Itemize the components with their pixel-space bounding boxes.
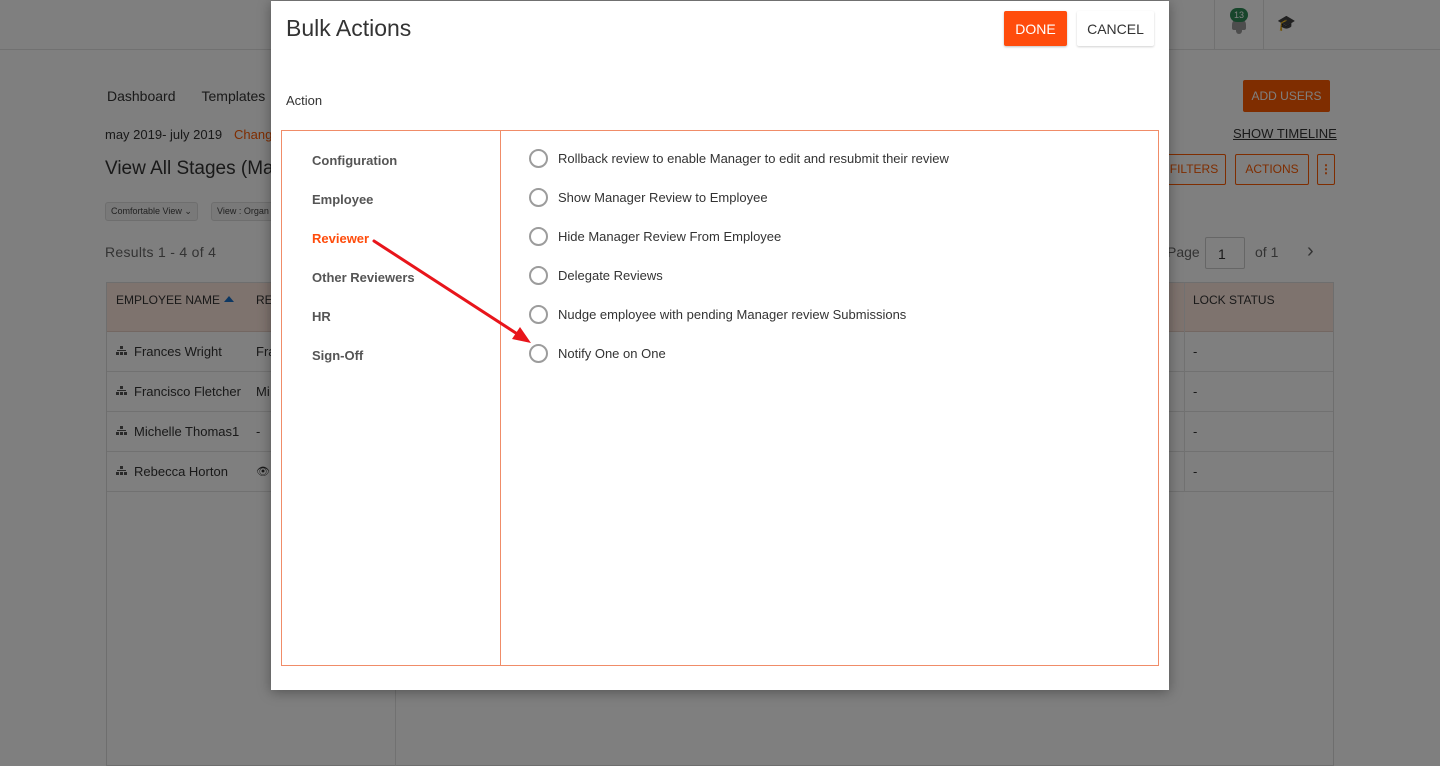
option-label: Nudge employee with pending Manager revi… bbox=[558, 306, 907, 322]
category-reviewer[interactable]: Reviewer bbox=[312, 231, 369, 246]
action-panel: Configuration Employee Reviewer Other Re… bbox=[281, 130, 1159, 666]
option-nudge-employee[interactable]: Nudge employee with pending Manager revi… bbox=[529, 303, 906, 325]
bulk-actions-modal: Bulk Actions DONE CANCEL Action Configur… bbox=[271, 1, 1169, 690]
option-hide-manager-review[interactable]: Hide Manager Review From Employee bbox=[529, 225, 781, 247]
option-rollback-review[interactable]: Rollback review to enable Manager to edi… bbox=[529, 147, 949, 169]
option-label: Rollback review to enable Manager to edi… bbox=[558, 150, 949, 166]
radio-button[interactable] bbox=[529, 148, 548, 168]
option-label: Hide Manager Review From Employee bbox=[558, 228, 782, 244]
category-employee[interactable]: Employee bbox=[312, 192, 373, 207]
option-list: Rollback review to enable Manager to edi… bbox=[502, 131, 1158, 665]
option-label: Delegate Reviews bbox=[558, 267, 663, 283]
option-show-manager-review[interactable]: Show Manager Review to Employee bbox=[529, 186, 768, 208]
option-notify-one-on-one[interactable]: Notify One on One bbox=[529, 342, 666, 364]
category-hr[interactable]: HR bbox=[312, 309, 331, 324]
option-delegate-reviews[interactable]: Delegate Reviews bbox=[529, 264, 663, 286]
cancel-button[interactable]: CANCEL bbox=[1077, 11, 1154, 46]
radio-button[interactable] bbox=[529, 226, 548, 246]
radio-button[interactable] bbox=[529, 187, 548, 207]
radio-button[interactable] bbox=[529, 343, 548, 363]
category-sign-off[interactable]: Sign-Off bbox=[312, 348, 363, 363]
modal-title: Bulk Actions bbox=[286, 15, 412, 41]
option-label: Show Manager Review to Employee bbox=[558, 189, 768, 205]
category-configuration[interactable]: Configuration bbox=[312, 153, 397, 168]
done-button[interactable]: DONE bbox=[1004, 11, 1067, 46]
category-list: Configuration Employee Reviewer Other Re… bbox=[282, 131, 501, 665]
radio-button[interactable] bbox=[529, 265, 548, 285]
radio-button[interactable] bbox=[529, 304, 548, 324]
category-other-reviewers[interactable]: Other Reviewers bbox=[312, 270, 415, 285]
action-section-label: Action bbox=[286, 93, 323, 108]
option-label: Notify One on One bbox=[558, 345, 666, 361]
